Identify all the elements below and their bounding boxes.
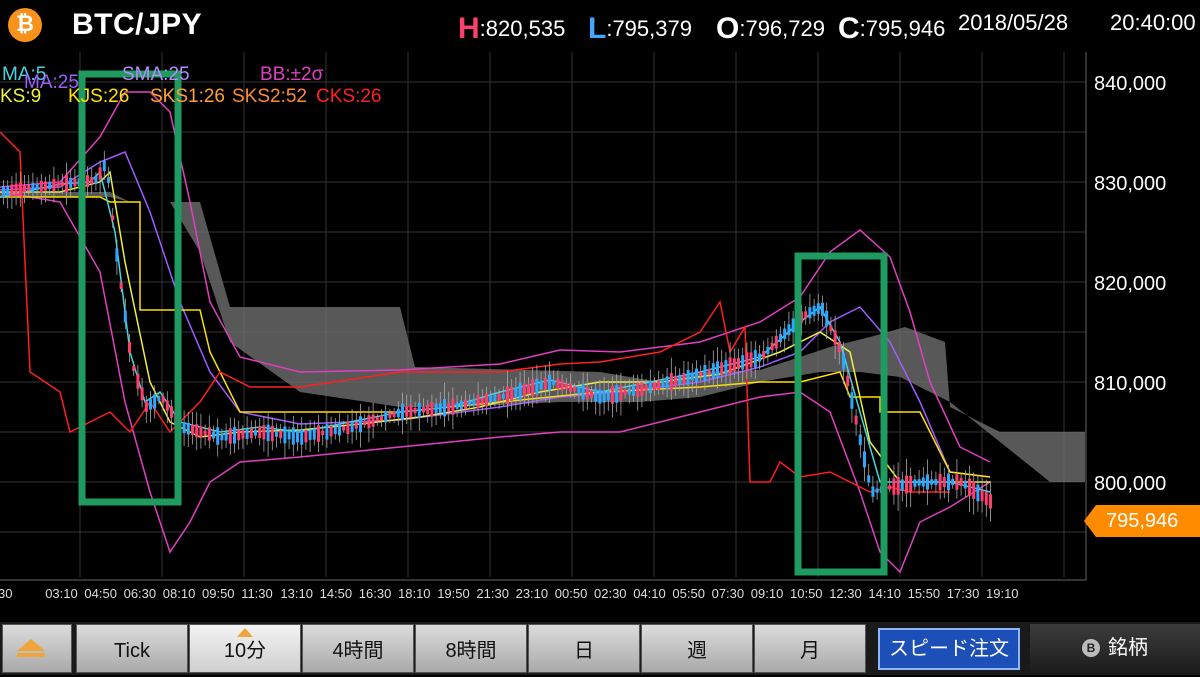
y-tick-label: 800,000 bbox=[1094, 473, 1166, 495]
x-tick-label: 09:10 bbox=[751, 586, 784, 601]
x-tick-label: 18:10 bbox=[398, 586, 431, 601]
y-tick-label: 830,000 bbox=[1094, 173, 1166, 195]
x-tick-label: 10:50 bbox=[790, 586, 823, 601]
low-value: :795,379 bbox=[606, 16, 692, 41]
low-readout: L:795,379 bbox=[588, 10, 692, 45]
menu-up-button[interactable] bbox=[2, 624, 72, 673]
x-tick-label: 06:30 bbox=[124, 586, 157, 601]
x-tick-label: 17:30 bbox=[947, 586, 980, 601]
price-chart[interactable]: MA:5MA:25 SMA:25 BB:±2σKS:9 KJS:26 SKS1:26 SK… bbox=[0, 52, 1200, 622]
legend-item: BB:±2σ bbox=[260, 64, 324, 85]
date-readout: 2018/05/28 bbox=[958, 10, 1069, 35]
speed-order-button[interactable]: スピード注文 bbox=[878, 628, 1020, 670]
x-tick-label: 00:50 bbox=[555, 586, 588, 601]
timeframe-tab-label: 日 bbox=[574, 640, 594, 662]
x-tick-label: 12:30 bbox=[829, 586, 862, 601]
time-readout: 20:40:00 bbox=[1110, 10, 1196, 35]
y-tick-label: 840,000 bbox=[1094, 73, 1166, 95]
x-tick-label: 13:10 bbox=[280, 586, 313, 601]
x-tick-label: 19:50 bbox=[437, 586, 470, 601]
x-tick-label: 23:10 bbox=[516, 586, 549, 601]
legend-item: KS:9 bbox=[0, 86, 41, 107]
low-key: L bbox=[588, 12, 607, 45]
timeframe-tab-4[interactable]: 日 bbox=[528, 624, 640, 673]
y-tick-label: 810,000 bbox=[1094, 373, 1166, 395]
x-tick-label: 07:30 bbox=[712, 586, 745, 601]
x-tick-label: 19:10 bbox=[986, 586, 1019, 601]
x-tick-label: 04:10 bbox=[633, 586, 666, 601]
timeframe-tab-label: 月 bbox=[800, 640, 820, 662]
timeframe-tab-label: Tick bbox=[114, 640, 150, 662]
x-tick-label: 14:10 bbox=[868, 586, 901, 601]
menu-up-bar-icon bbox=[17, 653, 45, 657]
x-tick-label: 02:30 bbox=[594, 586, 627, 601]
close-key: C bbox=[838, 12, 860, 45]
legend-item: KJS:26 bbox=[68, 86, 129, 107]
open-readout: O:796,729 bbox=[716, 10, 825, 45]
x-tick-label: 30 bbox=[0, 586, 12, 601]
timeframe-tab-label: 4時間 bbox=[332, 640, 384, 662]
footer-toolbar: Tick 10分 4時間 8時間 日 週 月 スピード注文 B 銘柄 bbox=[0, 622, 1200, 675]
pair-title[interactable]: BTC/JPY bbox=[72, 8, 202, 42]
y-tick-label: 820,000 bbox=[1094, 273, 1166, 295]
timeframe-tab-label: 週 bbox=[687, 640, 707, 662]
legend-item: SMA:25 bbox=[122, 64, 190, 85]
symbol-button[interactable]: B 銘柄 bbox=[1030, 624, 1200, 673]
symbol-label: 銘柄 bbox=[1108, 637, 1148, 659]
x-tick-label: 14:50 bbox=[320, 586, 353, 601]
open-key: O bbox=[716, 12, 740, 45]
x-tick-label: 05:50 bbox=[672, 586, 705, 601]
close-value: :795,946 bbox=[859, 16, 946, 41]
legend-item: SKS2:52 bbox=[232, 86, 307, 107]
x-tick-label: 04:50 bbox=[84, 586, 117, 601]
x-tick-label: 03:10 bbox=[45, 586, 78, 601]
bitcoin-icon: ₿ bbox=[8, 8, 42, 42]
timeframe-tab-1[interactable]: 10分 bbox=[189, 624, 301, 673]
menu-up-icon bbox=[17, 639, 45, 651]
active-caret-icon bbox=[237, 628, 253, 637]
open-value: :796,729 bbox=[739, 16, 825, 41]
x-tick-label: 15:50 bbox=[908, 586, 941, 601]
high-value: :820,535 bbox=[479, 16, 566, 41]
current-price-tag: 795,946 bbox=[1084, 505, 1200, 537]
bitcoin-small-icon: B bbox=[1082, 639, 1100, 657]
x-tick-label: 11:30 bbox=[241, 586, 273, 601]
x-tick-label: 09:50 bbox=[202, 586, 235, 601]
timeframe-tab-label: 10分 bbox=[223, 640, 267, 662]
timeframe-tab-0[interactable]: Tick bbox=[76, 624, 188, 673]
header-bar: ₿ BTC/JPY H:820,535 L:795,379 O:796,729 … bbox=[0, 0, 1200, 52]
high-key: H bbox=[458, 12, 480, 45]
legend-item: SKS1:26 bbox=[150, 86, 225, 107]
close-readout: C:795,946 bbox=[838, 10, 946, 45]
high-readout: H:820,535 bbox=[458, 10, 566, 45]
x-tick-label: 16:30 bbox=[359, 586, 392, 601]
x-tick-label: 08:10 bbox=[163, 586, 196, 601]
legend-item: CKS:26 bbox=[316, 86, 381, 107]
timeframe-tab-5[interactable]: 週 bbox=[641, 624, 753, 673]
timeframe-tab-2[interactable]: 4時間 bbox=[302, 624, 414, 673]
timeframe-tab-label: 8時間 bbox=[445, 640, 497, 662]
timeframe-tab-3[interactable]: 8時間 bbox=[415, 624, 527, 673]
x-tick-label: 21:30 bbox=[476, 586, 509, 601]
timeframe-tab-6[interactable]: 月 bbox=[754, 624, 866, 673]
